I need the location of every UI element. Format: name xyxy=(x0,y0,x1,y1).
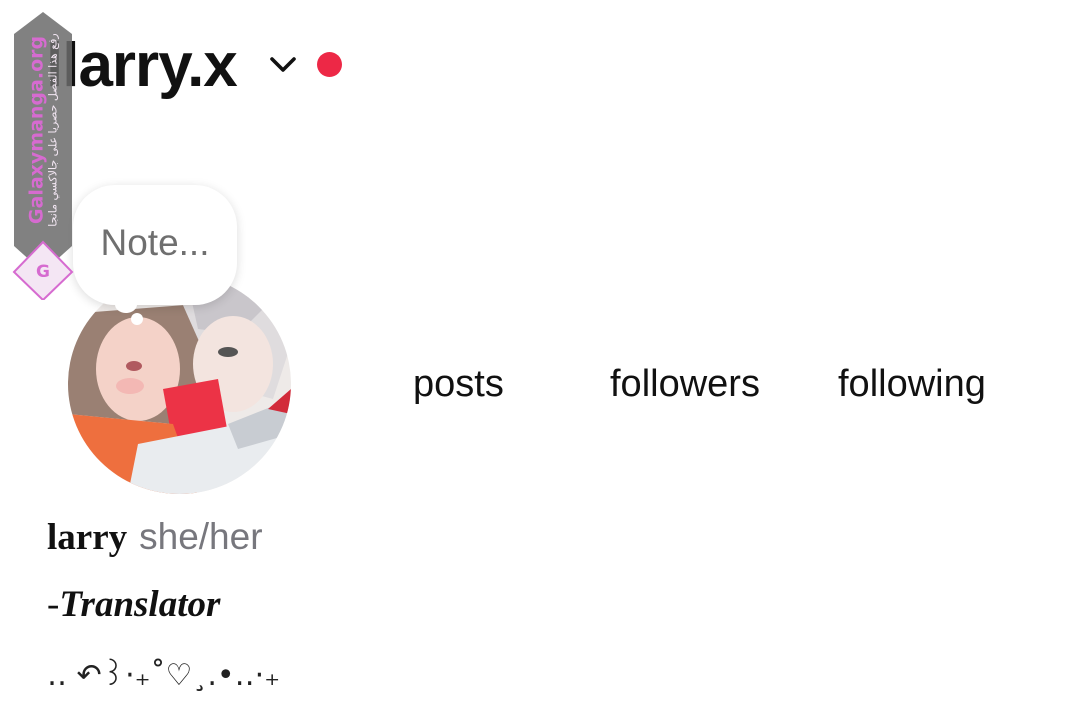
switch-account-button[interactable] xyxy=(264,48,302,82)
avatar-image xyxy=(68,274,291,494)
pronouns: she/her xyxy=(139,516,263,557)
note-bubble-tail xyxy=(115,296,137,313)
watermark-note: رفع هذا الفصل حصريا على جالاكسي مانجا xyxy=(46,33,60,227)
bio-decoration: ‥ ↶꒱·₊˚♡¸.•‥·₊ xyxy=(47,657,281,693)
profile-username: llarry.x xyxy=(46,30,238,100)
bio-name: larry xyxy=(47,517,128,558)
posts-stat[interactable]: posts xyxy=(413,360,504,408)
notification-dot xyxy=(317,52,342,77)
bio-name-row: larry she/her xyxy=(47,516,263,568)
following-stat[interactable]: following xyxy=(838,360,986,408)
note-bubble-tail-dot xyxy=(131,313,143,325)
bio-role-prefix: - xyxy=(47,583,60,625)
bio-role-line: - Translator xyxy=(47,580,220,628)
watermark-badge: Galaxymanga.org رفع هذا الفصل حصريا على … xyxy=(12,10,74,300)
watermark-logo: G xyxy=(36,262,50,282)
watermark-site: Galaxymanga.org xyxy=(25,35,48,225)
followers-stat[interactable]: followers xyxy=(610,360,760,408)
bio-role: Translator xyxy=(59,583,221,625)
note-placeholder: Note... xyxy=(100,222,210,263)
note-bubble[interactable]: Note... xyxy=(73,185,237,305)
chevron-down-icon xyxy=(270,57,296,72)
avatar[interactable] xyxy=(68,274,291,494)
